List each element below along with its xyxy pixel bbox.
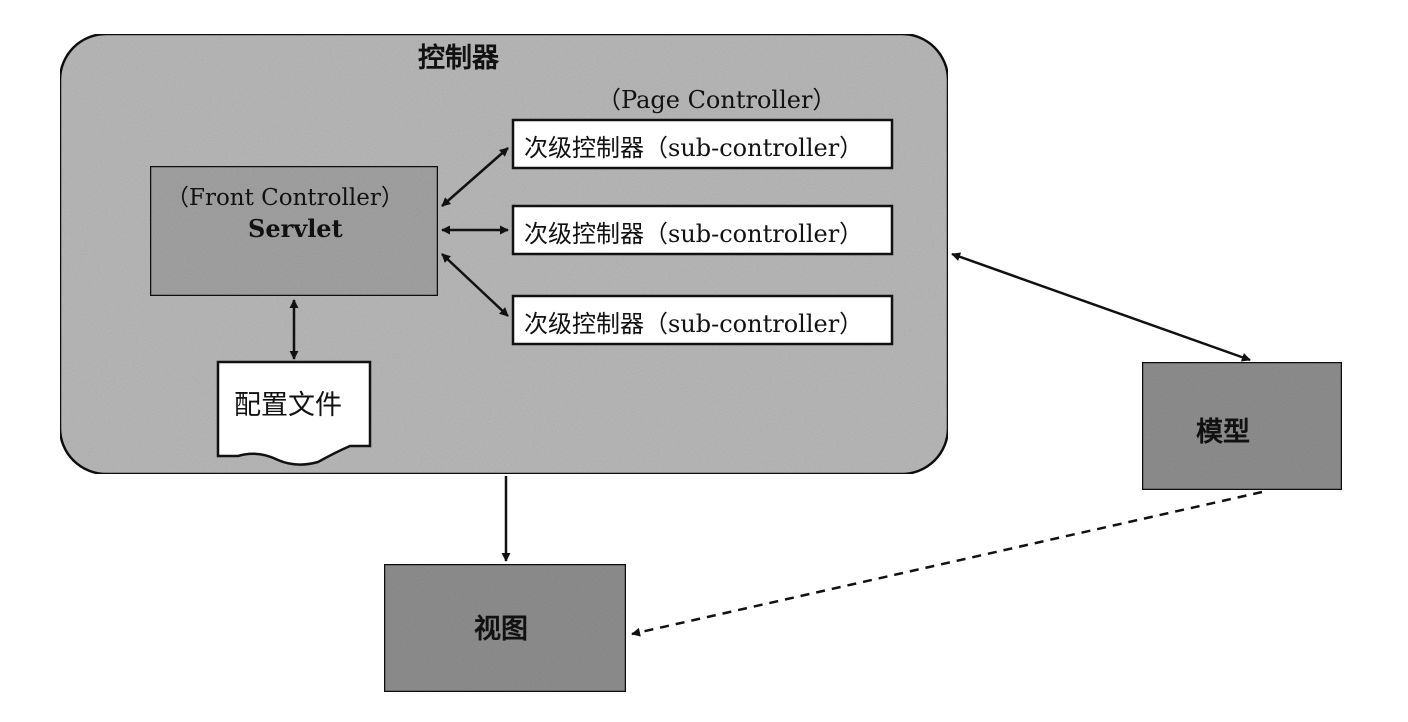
view-label: 视图 [474, 614, 528, 645]
servlet-label: Servlet [248, 214, 343, 243]
front-controller-title: （Front Controller） [166, 185, 404, 211]
arrow-controller-model [951, 252, 1251, 362]
config-file-label: 配置文件 [234, 390, 342, 421]
arrow-model-view-dashed [631, 490, 1263, 637]
model-label: 模型 [1196, 417, 1250, 448]
sub-controller-label-3: 次级控制器（sub-controller） [524, 310, 864, 338]
controller-title: 控制器 [418, 43, 499, 74]
sub-controller-label-1: 次级控制器（sub-controller） [524, 134, 864, 162]
page-controller-title: （Page Controller） [597, 86, 837, 114]
sub-controller-label-2: 次级控制器（sub-controller） [524, 220, 864, 248]
